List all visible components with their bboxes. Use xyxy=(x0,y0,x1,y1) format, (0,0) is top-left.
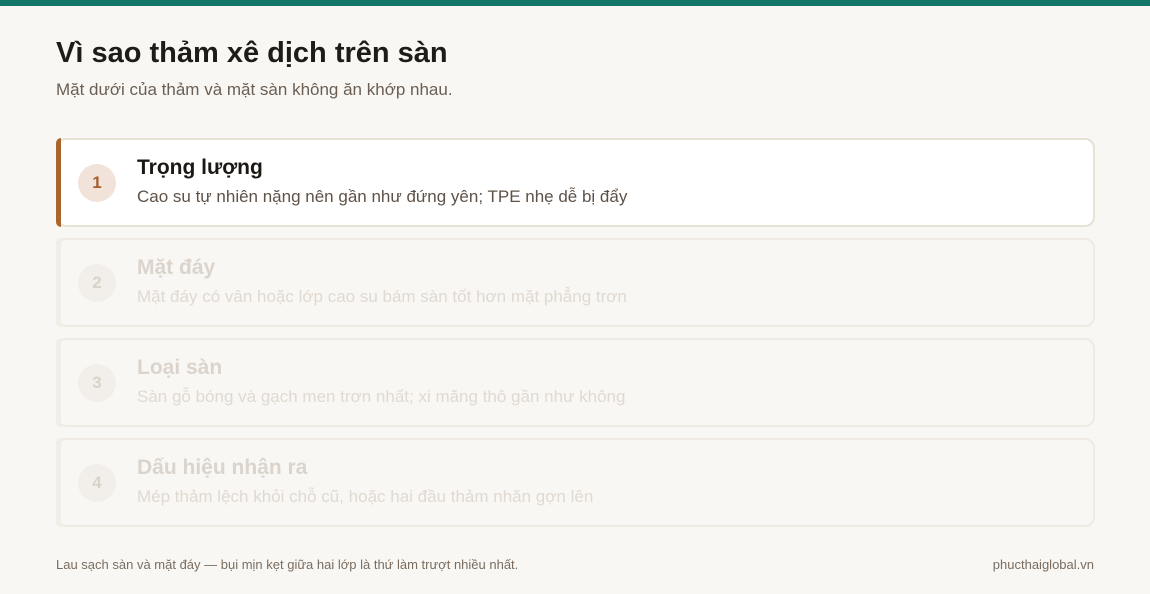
step-description: Sàn gỗ bóng và gạch men trơn nhất; xi mă… xyxy=(137,387,626,406)
step-number-badge: 4 xyxy=(78,464,116,502)
steps-list: 1 Trọng lượng Cao su tự nhiên nặng nên g… xyxy=(56,138,1095,538)
step-description: Cao su tự nhiên nặng nên gần như đứng yê… xyxy=(137,187,628,206)
step-description: Mép thảm lệch khỏi chỗ cũ, hoặc hai đầu … xyxy=(137,487,594,506)
top-accent-bar xyxy=(0,0,1150,6)
step-card-3[interactable]: 3 Loại sàn Sàn gỗ bóng và gạch men trơn … xyxy=(56,338,1095,427)
step-title: Dấu hiệu nhận ra xyxy=(137,456,308,479)
step-number-badge: 2 xyxy=(78,264,116,302)
step-card-4[interactable]: 4 Dấu hiệu nhận ra Mép thảm lệch khỏi ch… xyxy=(56,438,1095,527)
page-title: Vì sao thảm xê dịch trên sàn xyxy=(56,37,448,69)
step-description: Mặt đáy có vân hoặc lớp cao su bám sàn t… xyxy=(137,287,627,306)
page-subtitle: Mặt dưới của thảm và mặt sàn không ăn kh… xyxy=(56,80,453,99)
step-accent-bar xyxy=(56,338,61,427)
step-title: Trọng lượng xyxy=(137,156,263,179)
step-title: Loại sàn xyxy=(137,356,223,379)
footer-site-link[interactable]: phucthaiglobal.vn xyxy=(993,556,1094,574)
step-card-2[interactable]: 2 Mặt đáy Mặt đáy có vân hoặc lớp cao su… xyxy=(56,238,1095,327)
step-card-1[interactable]: 1 Trọng lượng Cao su tự nhiên nặng nên g… xyxy=(56,138,1095,227)
step-number-badge: 3 xyxy=(78,364,116,402)
step-accent-bar xyxy=(56,238,61,327)
step-accent-bar xyxy=(56,138,61,227)
footer-note: Lau sạch sàn và mặt đáy — bụi mịn kẹt gi… xyxy=(56,557,519,572)
step-accent-bar xyxy=(56,438,61,527)
step-title: Mặt đáy xyxy=(137,256,216,279)
step-number-badge: 1 xyxy=(78,164,116,202)
